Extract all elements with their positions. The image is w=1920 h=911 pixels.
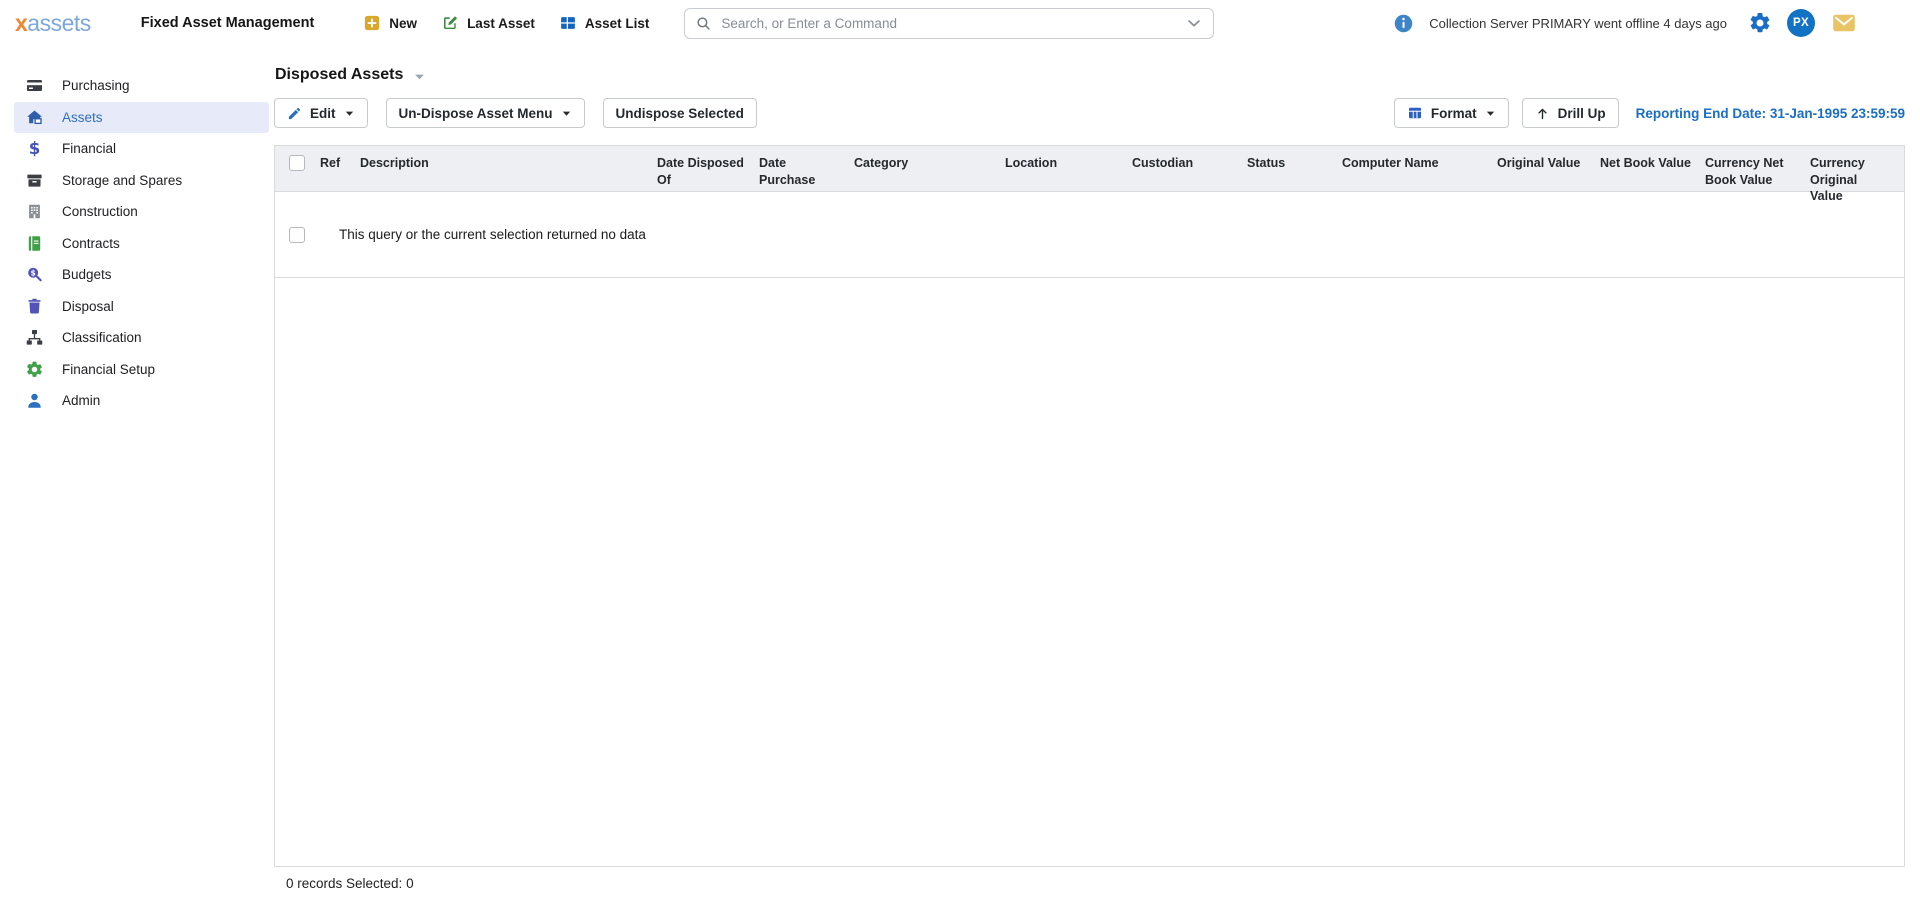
dollar-icon: $ [25,139,44,158]
info-icon[interactable] [1393,13,1414,34]
logo-name: assets [27,10,90,36]
sidebar-item-construction[interactable]: Construction [14,196,269,228]
sidebar-item-assets[interactable]: Assets [14,102,269,134]
pencil-icon [287,106,302,121]
topbar-action-label: Last Asset [467,16,535,31]
chevron-down-icon [1485,108,1496,119]
undispose-asset-menu-button[interactable]: Un-Dispose Asset Menu [386,98,585,128]
sidebar-item-financial-setup[interactable]: Financial Setup [14,354,269,386]
select-all-checkbox[interactable] [289,155,305,171]
topbar: xassets Fixed Asset Management New Last A… [0,0,1920,46]
column-header-date-disposed-of[interactable]: Date Disposed Of [657,155,759,191]
app-logo[interactable]: xassets [15,12,91,35]
column-header-location[interactable]: Location [1005,155,1132,191]
column-header-net-book-value[interactable]: Net Book Value [1600,155,1705,191]
drill-up-button[interactable]: Drill Up [1522,98,1619,128]
disposed-assets-table: RefDescriptionDate Disposed OfDate Purch… [274,145,1905,867]
sidebar-item-contracts[interactable]: Contracts [14,228,269,260]
chevron-down-icon[interactable] [1185,14,1203,32]
topbar-action-new[interactable]: New [354,8,426,38]
sidebar-item-label: Purchasing [62,78,130,93]
row-checkbox[interactable] [289,227,305,243]
table-empty-row: This query or the current selection retu… [275,192,1904,278]
notification-text[interactable]: Collection Server PRIMARY went offline 4… [1429,16,1727,31]
app-title: Fixed Asset Management [141,15,315,31]
table-toolbar: Edit Un-Dispose Asset Menu Undispose Sel… [274,98,1905,128]
sidebar-item-financial[interactable]: $ Financial [14,133,269,165]
sitemap-icon [25,328,44,347]
topbar-actions: New Last Asset Asset List [354,8,658,38]
records-status: 0 records Selected: 0 [274,876,1905,891]
sidebar-item-label: Financial [62,141,116,156]
page-title: Disposed Assets [275,66,403,84]
command-search-box[interactable] [684,8,1214,39]
format-table-icon [1407,105,1423,121]
sidebar-nav: Purchasing Assets $ Financial Storage and Sp… [0,46,273,911]
topbar-action-last-asset[interactable]: Last Asset [432,8,544,38]
reporting-end-date-link[interactable]: Reporting End Date: 31-Jan-1995 23:59:59 [1636,106,1905,121]
column-header-date-purchase[interactable]: Date Purchase [759,155,854,191]
user-avatar[interactable]: PX [1787,9,1815,37]
sidebar-item-label: Assets [62,110,103,125]
empty-message: This query or the current selection retu… [339,227,646,242]
format-button[interactable]: Format [1394,98,1509,128]
topbar-action-label: New [389,16,417,31]
asset-house-icon [25,108,44,127]
svg-text:$: $ [30,269,35,278]
sidebar-item-budgets[interactable]: $ Budgets [14,259,269,291]
column-header-status[interactable]: Status [1247,155,1342,191]
sidebar-item-label: Disposal [62,299,114,314]
logo-x: x [15,10,27,36]
column-header-description[interactable]: Description [360,155,657,191]
search-icon [695,15,712,32]
sidebar-item-label: Contracts [62,236,120,251]
sidebar-item-classification[interactable]: Classification [14,322,269,354]
column-header-original-value[interactable]: Original Value [1497,155,1600,191]
undispose-selected-button[interactable]: Undispose Selected [603,98,757,128]
mail-icon[interactable] [1830,11,1858,35]
grid-table-icon [559,14,577,32]
credit-card-icon [25,76,44,95]
column-header-currency-original-value[interactable]: Currency Original Value [1810,155,1904,191]
topbar-action-asset-list[interactable]: Asset List [550,8,659,38]
person-icon [25,391,44,410]
book-icon [25,234,44,253]
sidebar-item-disposal[interactable]: Disposal [14,291,269,323]
column-header-computer-name[interactable]: Computer Name [1342,155,1497,191]
sidebar-item-label: Construction [62,204,138,219]
gear-icon [25,360,44,379]
sidebar-item-label: Storage and Spares [62,173,182,188]
sidebar-item-purchasing[interactable]: Purchasing [14,70,269,102]
topbar-right: Collection Server PRIMARY went offline 4… [1393,9,1858,37]
column-header-custodian[interactable]: Custodian [1132,155,1247,191]
chevron-down-icon [344,108,355,119]
sidebar-item-admin[interactable]: Admin [14,385,269,417]
column-header-ref[interactable]: Ref [320,155,360,191]
page-title-chevron-down-icon[interactable] [412,69,427,84]
sidebar-item-storage-and-spares[interactable]: Storage and Spares [14,165,269,197]
trash-icon [25,297,44,316]
sidebar-item-label: Financial Setup [62,362,155,377]
edit-button[interactable]: Edit [274,98,368,128]
edit-square-icon [441,14,459,32]
building-icon [25,202,44,221]
chevron-down-icon [561,108,572,119]
main-content: Disposed Assets Edit Un-Dispose Asset Me… [273,46,1920,911]
search-input[interactable] [719,15,1185,32]
table-header-row: RefDescriptionDate Disposed OfDate Purch… [275,146,1904,192]
topbar-action-label: Asset List [585,16,650,31]
sidebar-item-label: Admin [62,393,100,408]
up-arrow-icon [1535,106,1550,121]
plus-square-icon [363,14,381,32]
column-header-currency-net-book-value[interactable]: Currency Net Book Value [1705,155,1810,191]
search-dollar-icon: $ [25,265,44,284]
storage-box-icon [25,171,44,190]
svg-text:$: $ [28,139,40,158]
column-header-category[interactable]: Category [854,155,1005,191]
sidebar-item-label: Classification [62,330,142,345]
sidebar-item-label: Budgets [62,267,112,282]
settings-gear-icon[interactable] [1748,11,1772,35]
